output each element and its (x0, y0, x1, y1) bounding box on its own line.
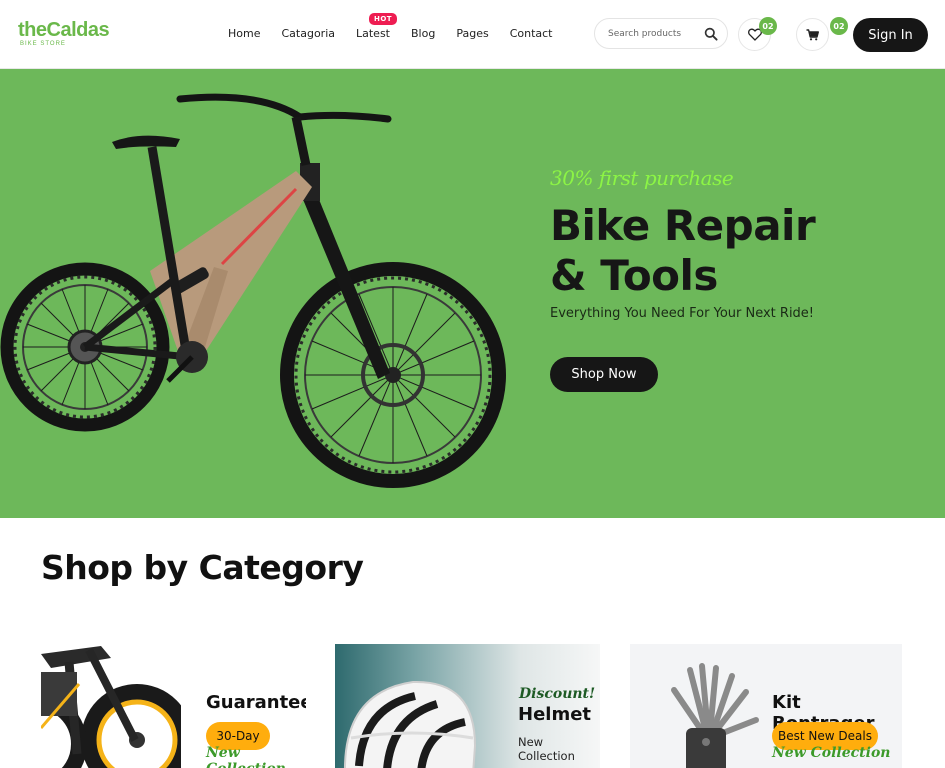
brand-tagline: BIKE STORE (20, 41, 66, 47)
ebike-image (41, 646, 181, 768)
search-box (594, 18, 728, 49)
cart-count-badge: 02 (830, 17, 848, 35)
promo-text: 30% first purchase (550, 166, 734, 190)
section-title: Shop by Category (41, 548, 364, 587)
hero-title-line1: Bike Repair (550, 201, 816, 250)
cart-icon (806, 28, 819, 40)
nav-pages[interactable]: Pages (456, 27, 488, 40)
nav-latest[interactable]: HOT Latest (356, 13, 398, 40)
script-new-collection: New Collection (206, 745, 286, 768)
nav-home[interactable]: Home (228, 27, 260, 40)
main-nav: Home Catagoria HOT Latest Blog Pages Con… (228, 13, 553, 40)
hero-banner: 30% first purchase Bike Repair & Tools E… (0, 69, 945, 518)
script-discount: Discount! (519, 686, 596, 702)
shop-now-button[interactable]: Shop Now (550, 357, 658, 392)
helmet-image (344, 680, 477, 768)
card-title-helmet: Helmet (518, 704, 592, 725)
nav-contact[interactable]: Contact (510, 27, 553, 40)
card-title-guarantee: Guarantee (206, 692, 306, 713)
mountain-bike-image (0, 93, 506, 488)
category-card-kit-bontrager[interactable]: Kit Bontrager Best New Deals New Collect… (630, 644, 902, 768)
cart-button[interactable] (796, 18, 829, 51)
nav-blog[interactable]: Blog (411, 27, 435, 40)
wishlist-count-badge: 02 (759, 17, 777, 35)
search-icon[interactable] (704, 27, 718, 41)
multitool-image (671, 663, 759, 768)
brand-name: theCaldas (18, 19, 110, 41)
sign-in-button[interactable]: Sign In (853, 18, 928, 52)
search-input[interactable] (608, 27, 704, 41)
nav-catagoria[interactable]: Catagoria (281, 27, 335, 40)
hero-title-line2: & Tools (550, 251, 718, 300)
script-new-collection: New Collection (772, 745, 891, 761)
site-header: theCaldas BIKE STORE Home Catagoria HOT … (0, 0, 945, 69)
nav-latest-label: Latest (356, 27, 390, 40)
category-card-helmet[interactable]: Discount! Helmet New Collection (335, 644, 600, 768)
brand-logo[interactable]: theCaldas BIKE STORE (18, 19, 110, 48)
category-card-guarantee[interactable]: Guarantee 30-Day New Collection (41, 644, 306, 768)
hero-title: Bike Repair & Tools (550, 201, 816, 301)
hot-badge: HOT (369, 13, 398, 25)
card-note-new-collection: New Collection (518, 735, 575, 763)
hero-subtitle: Everything You Need For Your Next Ride! (550, 306, 815, 321)
